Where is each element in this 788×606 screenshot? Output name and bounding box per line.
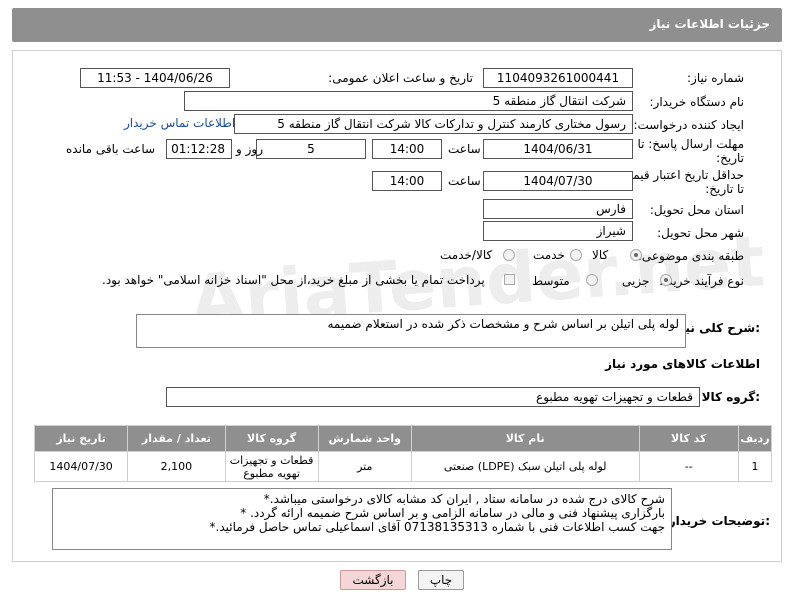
remaining-label: ساعت باقی مانده (66, 142, 156, 156)
buyer-org-field: شرکت انتقال گاز منطقه 5 (184, 91, 633, 111)
summary-textarea[interactable]: لوله پلی اتیلن بر اساس شرح و مشخصات ذکر … (136, 314, 686, 348)
items-table: ردیف کد کالا نام کالا واحد شمارش گروه کا… (33, 425, 773, 482)
announce-label: تاریخ و ساعت اعلان عمومی: (328, 71, 473, 85)
category-radio-goods-service[interactable] (503, 249, 515, 261)
page-title: جزئیات اطلاعات نیاز (649, 17, 770, 31)
treasury-payment-note: پرداخت تمام یا بخشی از مبلغ خرید،از محل … (102, 273, 485, 287)
price-validity-label-line2: تا تاریخ: (705, 182, 744, 196)
city-field: شیراز (483, 221, 633, 241)
announce-field: 1404/06/26 - 11:53 (80, 68, 230, 88)
deadline-time-label: ساعت (448, 142, 481, 156)
col-goods-code: کد کالا (638, 425, 739, 452)
deadline-date-field: 1404/06/31 (483, 139, 633, 159)
remaining-time-field: 01:12:28 (166, 139, 232, 159)
price-time-label: ساعت (448, 174, 481, 188)
cell-need-date: 1404/07/30 (33, 451, 129, 482)
goods-info-title: اطلاعات کالاهای مورد نیاز (605, 357, 760, 371)
category-option-goods-service: کالا/خدمت (440, 248, 493, 262)
back-button[interactable]: بازگشت (340, 570, 406, 590)
col-unit: واحد شمارش (317, 425, 412, 452)
print-button[interactable]: چاپ (418, 570, 464, 590)
process-option-minor: جزیی (622, 274, 650, 288)
col-need-date: تاریخ نیاز (33, 425, 129, 452)
need-number-field: 1104093261000441 (483, 68, 633, 88)
category-option-goods: کالا (592, 248, 609, 262)
days-label: روز و (236, 142, 263, 156)
cell-unit: متر (317, 451, 412, 482)
deadline-label-line2: تاریخ: (716, 151, 744, 165)
header-bar: جزئیات اطلاعات نیاز (12, 8, 782, 42)
need-number-label: شماره نیاز: (687, 71, 744, 85)
table-header-row: ردیف کد کالا نام کالا واحد شمارش گروه کا… (33, 425, 773, 452)
buyer-notes-textarea[interactable]: شرح کالای درج شده در سامانه ستاد , ایران… (52, 488, 672, 550)
cell-goods-group: قطعات و تجهیزات تهویه مطبوع (224, 451, 319, 482)
price-validity-label-line1: حداقل تاریخ اعتبار قیمت: (617, 168, 744, 182)
creator-field: رسول مختاری کارمند کنترل و تدارکات کالا … (234, 114, 633, 134)
col-row: ردیف (737, 425, 773, 452)
treasury-payment-checkbox[interactable] (504, 274, 515, 285)
province-field: فارس (483, 199, 633, 219)
price-time-field: 14:00 (372, 171, 442, 191)
process-radio-minor[interactable] (660, 274, 672, 286)
goods-group-field: قطعات و تجهیزات تهویه مطبوع (166, 387, 700, 407)
summary-label: شرح کلی نیاز: (674, 321, 760, 335)
cell-row: 1 (737, 451, 773, 482)
category-radio-goods[interactable] (630, 249, 642, 261)
table-row[interactable]: 1 -- لوله پلی اتیلن سبک (LDPE) صنعتی متر… (33, 451, 773, 482)
cell-goods-code: -- (638, 451, 739, 482)
category-radio-service[interactable] (570, 249, 582, 261)
buyer-contact-link[interactable]: اطلاعات تماس خریدار (124, 116, 235, 130)
buyer-notes-label: توضیحات خریدار: (668, 514, 770, 528)
col-goods-name: نام کالا (410, 425, 640, 452)
cell-goods-name: لوله پلی اتیلن سبک (LDPE) صنعتی (410, 451, 640, 482)
process-option-medium: متوسط (532, 274, 570, 288)
process-radio-medium[interactable] (586, 274, 598, 286)
price-date-field: 1404/07/30 (483, 171, 633, 191)
days-field: 5 (256, 139, 366, 159)
goods-group-label: گروه کالا: (701, 390, 760, 404)
category-option-service: خدمت (533, 248, 565, 262)
deadline-label-line1: مهلت ارسال پاسخ: تا (637, 137, 744, 151)
province-label: استان محل تحویل: (649, 203, 744, 217)
buyer-org-label: نام دستگاه خریدار: (649, 95, 745, 109)
col-quantity: تعداد / مقدار (127, 425, 226, 452)
category-label: طبقه بندی موضوعی: (637, 249, 744, 263)
deadline-time-field: 14:00 (372, 139, 442, 159)
col-goods-group: گروه کالا (224, 425, 319, 452)
cell-quantity: 2,100 (127, 451, 226, 482)
creator-label: ایجاد کننده درخواست: (633, 118, 744, 132)
city-label: شهر محل تحویل: (657, 226, 744, 240)
